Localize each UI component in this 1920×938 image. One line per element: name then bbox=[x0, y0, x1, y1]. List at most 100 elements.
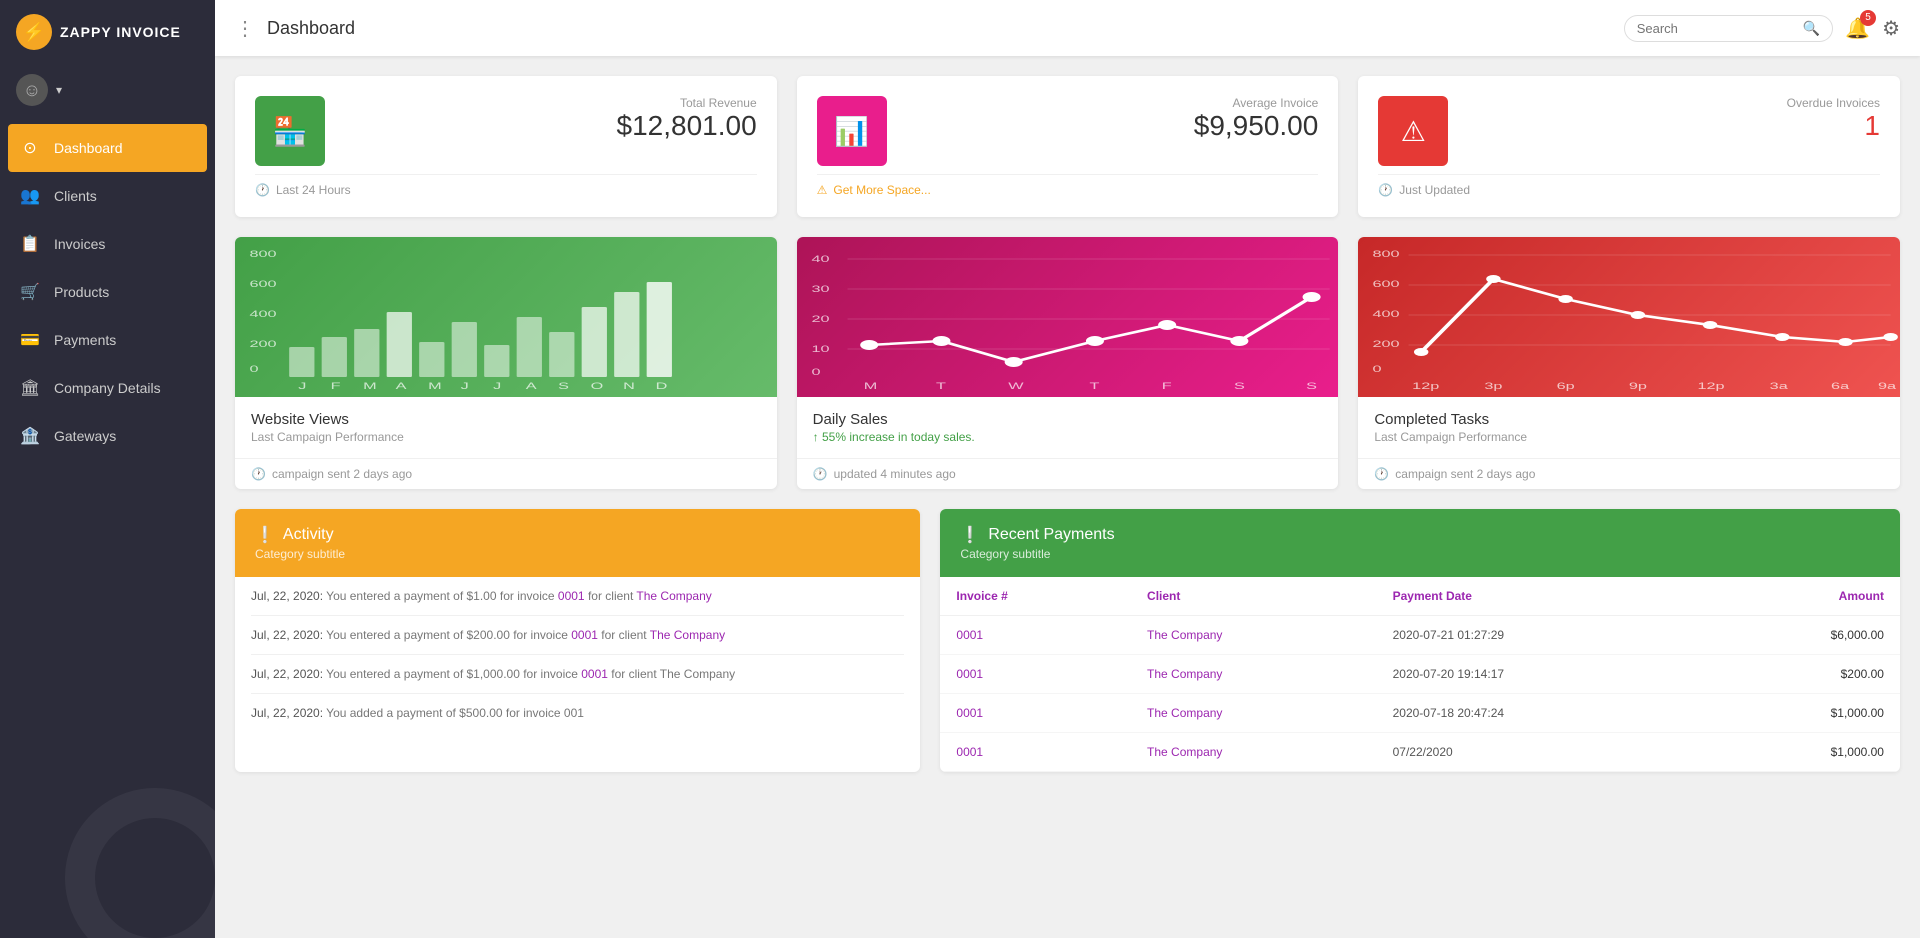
svg-text:O: O bbox=[591, 381, 604, 391]
svg-text:600: 600 bbox=[1373, 279, 1400, 289]
stat-card-top: ⚠ Overdue Invoices 1 bbox=[1378, 96, 1880, 166]
payments-title: ❕ Recent Payments bbox=[960, 525, 1880, 545]
client-name[interactable]: The Company bbox=[1131, 616, 1377, 655]
sidebar-item-label: Products bbox=[54, 284, 109, 300]
svg-text:6p: 6p bbox=[1557, 381, 1575, 391]
sidebar-item-products[interactable]: 🛒 Products bbox=[0, 268, 215, 316]
daily-sales-info: Daily Sales ↑ 55% increase in today sale… bbox=[797, 397, 1339, 458]
sidebar-item-label: Dashboard bbox=[54, 140, 123, 156]
dashboard-icon: ⊙ bbox=[20, 138, 40, 158]
sidebar-item-dashboard[interactable]: ⊙ Dashboard bbox=[8, 124, 207, 172]
payments-exclaim-icon: ❕ bbox=[960, 525, 980, 545]
svg-text:9p: 9p bbox=[1629, 381, 1647, 391]
svg-text:800: 800 bbox=[249, 249, 276, 259]
sidebar-nav: ⊙ Dashboard 👥 Clients 📋 Invoices 🛒 Produ… bbox=[0, 124, 215, 460]
payment-amount: $1,000.00 bbox=[1705, 694, 1900, 733]
svg-text:400: 400 bbox=[1373, 309, 1400, 319]
user-name: ▾ bbox=[56, 83, 62, 97]
website-views-subtitle: Last Campaign Performance bbox=[251, 430, 761, 444]
average-text: Average Invoice $9,950.00 bbox=[1194, 96, 1319, 142]
svg-text:12p: 12p bbox=[1412, 381, 1439, 391]
svg-text:200: 200 bbox=[249, 339, 276, 349]
payments-table: Invoice # Client Payment Date Amount 000… bbox=[940, 577, 1900, 772]
overdue-footer: 🕐 Just Updated bbox=[1378, 174, 1880, 197]
payment-date: 07/22/2020 bbox=[1377, 733, 1705, 772]
payment-date: 2020-07-18 20:47:24 bbox=[1377, 694, 1705, 733]
payment-amount: $200.00 bbox=[1705, 655, 1900, 694]
clock-icon-3: 🕐 bbox=[251, 467, 266, 481]
col-date: Payment Date bbox=[1377, 577, 1705, 616]
payment-amount: $1,000.00 bbox=[1705, 733, 1900, 772]
table-row: 0001 The Company 07/22/2020 $1,000.00 bbox=[940, 733, 1900, 772]
overdue-label: Overdue Invoices bbox=[1787, 96, 1880, 110]
invoice-number[interactable]: 0001 bbox=[940, 655, 1131, 694]
header: ⋮ Dashboard 🔍 🔔 5 ⚙ bbox=[215, 0, 1920, 56]
notification-badge: 5 bbox=[1860, 10, 1876, 26]
svg-text:S: S bbox=[1234, 381, 1245, 391]
svg-text:J: J bbox=[493, 381, 501, 391]
sidebar-item-label: Payments bbox=[54, 332, 116, 348]
svg-text:A: A bbox=[396, 381, 407, 391]
svg-text:S: S bbox=[1306, 381, 1317, 391]
svg-text:20: 20 bbox=[811, 314, 829, 324]
sidebar-item-invoices[interactable]: 📋 Invoices bbox=[0, 220, 215, 268]
user-profile[interactable]: ☺ ▾ bbox=[0, 64, 215, 116]
daily-sales-footer: 🕐 updated 4 minutes ago bbox=[797, 458, 1339, 489]
invoice-link[interactable]: 0001 bbox=[571, 628, 598, 642]
invoice-number[interactable]: 0001 bbox=[940, 694, 1131, 733]
line-chart-svg-pink: 40 30 20 10 0 bbox=[797, 237, 1339, 397]
sidebar: ⚡ ZAPPY INVOICE ☺ ▾ ⊙ Dashboard 👥 Client… bbox=[0, 0, 215, 938]
revenue-value: $12,801.00 bbox=[617, 110, 757, 142]
svg-text:F: F bbox=[331, 381, 341, 391]
settings-icon[interactable]: ⚙ bbox=[1882, 16, 1900, 41]
svg-text:800: 800 bbox=[1373, 249, 1400, 259]
payments-header: ❕ Recent Payments Category subtitle bbox=[940, 509, 1900, 577]
svg-text:12p: 12p bbox=[1698, 381, 1725, 391]
client-name[interactable]: The Company bbox=[1131, 733, 1377, 772]
sidebar-item-payments[interactable]: 💳 Payments bbox=[0, 316, 215, 364]
completed-tasks-title: Completed Tasks bbox=[1374, 411, 1884, 428]
payment-date: 2020-07-20 19:14:17 bbox=[1377, 655, 1705, 694]
overdue-value: 1 bbox=[1787, 110, 1880, 142]
notification-button[interactable]: 🔔 5 bbox=[1845, 16, 1870, 41]
invoice-link[interactable]: 0001 bbox=[558, 589, 585, 603]
website-views-info: Website Views Last Campaign Performance bbox=[235, 397, 777, 458]
svg-text:6a: 6a bbox=[1831, 381, 1850, 391]
search-input[interactable] bbox=[1637, 21, 1797, 36]
search-icon: 🔍 bbox=[1803, 20, 1820, 37]
activity-title: ❕ Activity bbox=[255, 525, 900, 545]
stat-cards-row: 🏪 Total Revenue $12,801.00 🕐 Last 24 Hou… bbox=[235, 76, 1900, 217]
average-footer-text: Get More Space... bbox=[833, 183, 930, 197]
clock-icon-5: 🕐 bbox=[1374, 467, 1389, 481]
main-area: ⋮ Dashboard 🔍 🔔 5 ⚙ 🏪 Total Revenue bbox=[215, 0, 1920, 938]
bottom-row: ❕ Activity Category subtitle Jul, 22, 20… bbox=[235, 509, 1900, 772]
stat-card-average: 📊 Average Invoice $9,950.00 ⚠ Get More S… bbox=[797, 76, 1339, 217]
invoice-number[interactable]: 0001 bbox=[940, 733, 1131, 772]
svg-text:F: F bbox=[1161, 381, 1171, 391]
table-row: 0001 The Company 2020-07-20 19:14:17 $20… bbox=[940, 655, 1900, 694]
completed-tasks-footer-text: campaign sent 2 days ago bbox=[1395, 467, 1535, 481]
client-link[interactable]: The Company bbox=[636, 589, 711, 603]
clock-icon-2: 🕐 bbox=[1378, 183, 1393, 197]
svg-text:D: D bbox=[656, 381, 668, 391]
sidebar-item-clients[interactable]: 👥 Clients bbox=[0, 172, 215, 220]
client-link[interactable]: The Company bbox=[650, 628, 725, 642]
sidebar-item-label: Invoices bbox=[54, 236, 105, 252]
sidebar-item-gateways[interactable]: 🏦 Gateways bbox=[0, 412, 215, 460]
client-name[interactable]: The Company bbox=[1131, 655, 1377, 694]
menu-dots[interactable]: ⋮ bbox=[235, 16, 255, 41]
col-amount: Amount bbox=[1705, 577, 1900, 616]
clock-icon: 🕐 bbox=[255, 183, 270, 197]
invoice-link[interactable]: 0001 bbox=[581, 667, 608, 681]
warning-icon: ⚠ bbox=[817, 183, 828, 197]
svg-text:T: T bbox=[936, 381, 946, 391]
average-value: $9,950.00 bbox=[1194, 110, 1319, 142]
svg-text:9a: 9a bbox=[1878, 381, 1897, 391]
activity-list: Jul, 22, 2020: You entered a payment of … bbox=[235, 577, 920, 732]
sidebar-item-company-details[interactable]: 🏛 Company Details bbox=[0, 364, 215, 412]
products-icon: 🛒 bbox=[20, 282, 40, 302]
client-name[interactable]: The Company bbox=[1131, 694, 1377, 733]
invoice-number[interactable]: 0001 bbox=[940, 616, 1131, 655]
svg-text:T: T bbox=[1089, 381, 1099, 391]
clients-icon: 👥 bbox=[20, 186, 40, 206]
